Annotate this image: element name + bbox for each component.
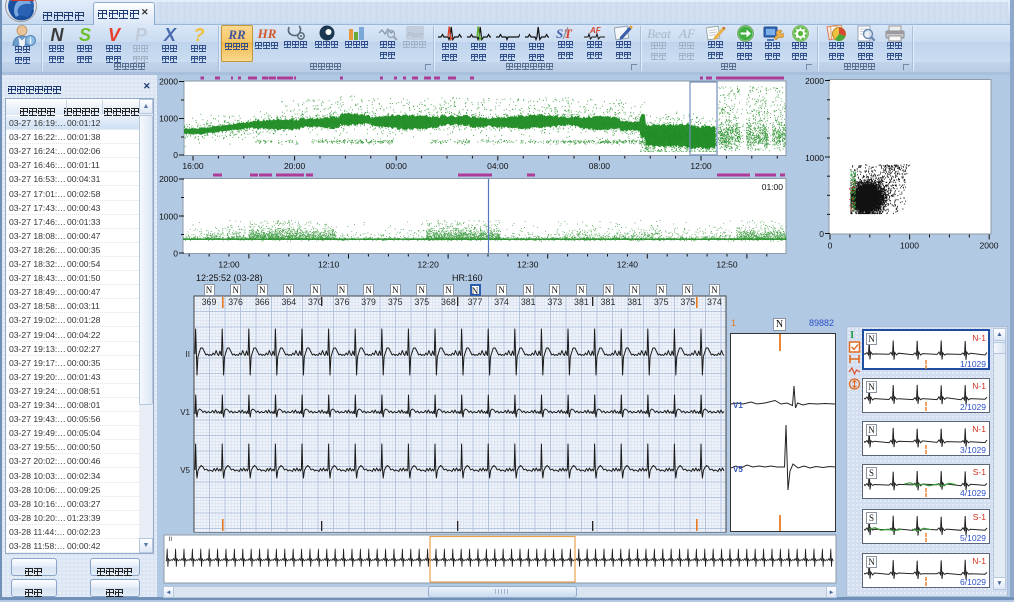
svg-text:1000: 1000 [805,153,824,163]
svg-text:V1: V1 [180,408,190,417]
svg-text:12:30: 12:30 [517,260,539,270]
svg-text:01:00: 01:00 [762,182,784,192]
svg-text:16:00: 16:00 [182,161,204,171]
svg-text:II: II [186,350,190,359]
svg-text:20:00: 20:00 [284,161,306,171]
svg-text:04:00: 04:00 [487,161,509,171]
svg-text:0: 0 [173,249,178,259]
svg-text:12:20: 12:20 [418,260,440,270]
svg-text:II: II [169,537,173,543]
svg-text:HR:160: HR:160 [452,273,483,283]
svg-text:V1: V1 [733,401,743,410]
svg-text:00:00: 00:00 [386,161,408,171]
svg-text:2000: 2000 [159,174,178,184]
svg-text:0: 0 [819,229,824,239]
svg-text:V5: V5 [733,465,743,474]
svg-text:12:10: 12:10 [318,260,340,270]
svg-text:12:40: 12:40 [617,260,639,270]
svg-text:2000: 2000 [805,76,824,86]
svg-text:1000: 1000 [900,241,919,251]
svg-text:I: I [850,329,854,341]
svg-text:12:50: 12:50 [716,260,738,270]
svg-text:12:00: 12:00 [218,260,240,270]
svg-text:2000: 2000 [159,77,178,87]
svg-text:2000: 2000 [980,241,999,251]
svg-text:0: 0 [173,150,178,160]
svg-text:V5: V5 [180,466,190,475]
svg-text:1000: 1000 [159,114,178,124]
svg-text:1000: 1000 [159,212,178,222]
svg-text:0: 0 [828,241,833,251]
svg-text:08:00: 08:00 [589,161,611,171]
svg-text:12:00: 12:00 [690,161,712,171]
svg-text:12:25:52 (03-28): 12:25:52 (03-28) [196,273,263,283]
